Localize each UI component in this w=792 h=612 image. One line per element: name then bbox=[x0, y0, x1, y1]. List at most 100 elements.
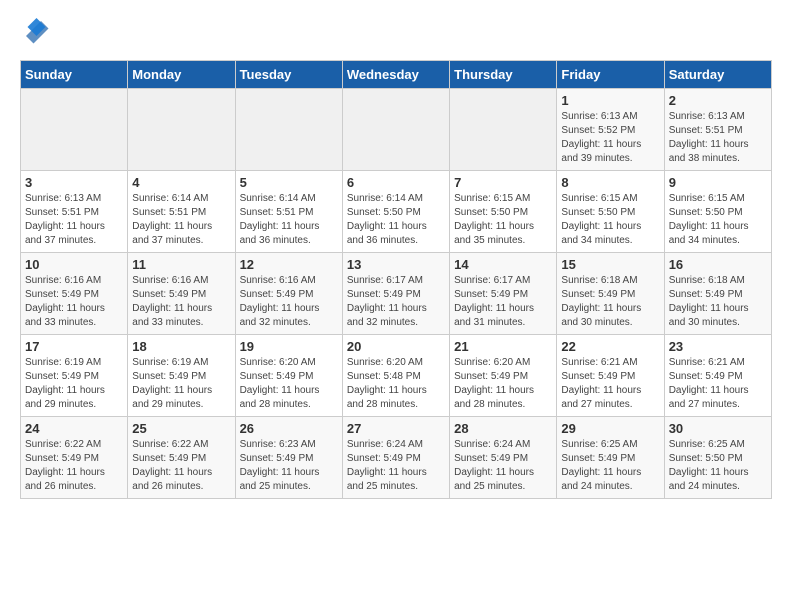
calendar-cell: 3 Sunrise: 6:13 AM Sunset: 5:51 PM Daylig… bbox=[21, 171, 128, 253]
day-number: 7 bbox=[454, 175, 552, 190]
day-number: 22 bbox=[561, 339, 659, 354]
calendar-cell: 4Sunrise: 6:14 AM Sunset: 5:51 PM Daylig… bbox=[128, 171, 235, 253]
day-number: 21 bbox=[454, 339, 552, 354]
day-info: Sunrise: 6:13 AM Sunset: 5:51 PM Dayligh… bbox=[25, 192, 123, 248]
day-info: Sunrise: 6:14 AM Sunset: 5:51 PM Dayligh… bbox=[240, 192, 338, 248]
calendar-cell bbox=[342, 89, 449, 171]
day-number: 17 bbox=[25, 339, 123, 354]
calendar-cell: 14 Sunrise: 6:17 AM Sunset: 5:49 PM Dayli… bbox=[450, 253, 557, 335]
day-info: Sunrise: 6:25 AM Sunset: 5:50 PM Dayligh… bbox=[669, 438, 767, 494]
day-number: 2 bbox=[669, 93, 767, 108]
calendar-cell: 29Sunrise: 6:25 AM Sunset: 5:49 PM Dayli… bbox=[557, 417, 664, 499]
day-info: Sunrise: 6:21 AM Sunset: 5:49 PM Dayligh… bbox=[669, 356, 767, 412]
page-container: SundayMondayTuesdayWednesdayThursdayFrid… bbox=[0, 0, 792, 514]
day-info: Sunrise: 6:23 AM Sunset: 5:49 PM Dayligh… bbox=[240, 438, 338, 494]
day-number: 13 bbox=[347, 257, 445, 272]
day-info: Sunrise: 6:19 AM Sunset: 5:49 PM Dayligh… bbox=[132, 356, 230, 412]
calendar-table: SundayMondayTuesdayWednesdayThursdayFrid… bbox=[20, 60, 772, 499]
calendar-cell: 16Sunrise: 6:18 AM Sunset: 5:49 PM Dayli… bbox=[664, 253, 771, 335]
day-info: Sunrise: 6:16 AM Sunset: 5:49 PM Dayligh… bbox=[240, 274, 338, 330]
day-number: 30 bbox=[669, 421, 767, 436]
calendar-cell: 13 Sunrise: 6:17 AM Sunset: 5:49 PM Dayli… bbox=[342, 253, 449, 335]
calendar-cell: 2 Sunrise: 6:13 AM Sunset: 5:51 PM Daylig… bbox=[664, 89, 771, 171]
calendar-cell bbox=[450, 89, 557, 171]
day-number: 1 bbox=[561, 93, 659, 108]
day-number: 26 bbox=[240, 421, 338, 436]
calendar-cell: 24 Sunrise: 6:22 AM Sunset: 5:49 PM Dayli… bbox=[21, 417, 128, 499]
calendar-cell: 6 Sunrise: 6:14 AM Sunset: 5:50 PM Daylig… bbox=[342, 171, 449, 253]
calendar-cell: 27 Sunrise: 6:24 AM Sunset: 5:49 PM Dayli… bbox=[342, 417, 449, 499]
day-info: Sunrise: 6:21 AM Sunset: 5:49 PM Dayligh… bbox=[561, 356, 659, 412]
calendar-cell: 26 Sunrise: 6:23 AM Sunset: 5:49 PM Dayli… bbox=[235, 417, 342, 499]
day-info: Sunrise: 6:22 AM Sunset: 5:49 PM Dayligh… bbox=[132, 438, 230, 494]
day-info: Sunrise: 6:20 AM Sunset: 5:48 PM Dayligh… bbox=[347, 356, 445, 412]
day-number: 3 bbox=[25, 175, 123, 190]
week-row-4: 24 Sunrise: 6:22 AM Sunset: 5:49 PM Dayli… bbox=[21, 417, 772, 499]
weekday-header-wednesday: Wednesday bbox=[342, 61, 449, 89]
day-number: 16 bbox=[669, 257, 767, 272]
calendar-cell: 25 Sunrise: 6:22 AM Sunset: 5:49 PM Dayli… bbox=[128, 417, 235, 499]
weekday-header-friday: Friday bbox=[557, 61, 664, 89]
day-number: 27 bbox=[347, 421, 445, 436]
calendar-cell: 5 Sunrise: 6:14 AM Sunset: 5:51 PM Daylig… bbox=[235, 171, 342, 253]
calendar-cell: 21Sunrise: 6:20 AM Sunset: 5:49 PM Dayli… bbox=[450, 335, 557, 417]
header bbox=[20, 15, 772, 45]
calendar-cell bbox=[235, 89, 342, 171]
calendar-cell: 19 Sunrise: 6:20 AM Sunset: 5:49 PM Dayli… bbox=[235, 335, 342, 417]
day-number: 23 bbox=[669, 339, 767, 354]
calendar-cell: 15Sunrise: 6:18 AM Sunset: 5:49 PM Dayli… bbox=[557, 253, 664, 335]
day-number: 10 bbox=[25, 257, 123, 272]
calendar-cell: 30 Sunrise: 6:25 AM Sunset: 5:50 PM Dayli… bbox=[664, 417, 771, 499]
calendar-cell: 7Sunrise: 6:15 AM Sunset: 5:50 PM Daylig… bbox=[450, 171, 557, 253]
calendar-cell: 17Sunrise: 6:19 AM Sunset: 5:49 PM Dayli… bbox=[21, 335, 128, 417]
calendar-cell: 22 Sunrise: 6:21 AM Sunset: 5:49 PM Dayli… bbox=[557, 335, 664, 417]
day-info: Sunrise: 6:22 AM Sunset: 5:49 PM Dayligh… bbox=[25, 438, 123, 494]
week-row-2: 10 Sunrise: 6:16 AM Sunset: 5:49 PM Dayli… bbox=[21, 253, 772, 335]
weekday-header-tuesday: Tuesday bbox=[235, 61, 342, 89]
day-number: 6 bbox=[347, 175, 445, 190]
day-info: Sunrise: 6:13 AM Sunset: 5:52 PM Dayligh… bbox=[561, 110, 659, 166]
calendar-cell: 11 Sunrise: 6:16 AM Sunset: 5:49 PM Dayli… bbox=[128, 253, 235, 335]
weekday-header-sunday: Sunday bbox=[21, 61, 128, 89]
calendar-cell: 23 Sunrise: 6:21 AM Sunset: 5:49 PM Dayli… bbox=[664, 335, 771, 417]
weekday-header-thursday: Thursday bbox=[450, 61, 557, 89]
calendar-cell bbox=[128, 89, 235, 171]
day-number: 4 bbox=[132, 175, 230, 190]
week-row-3: 17 Sunrise: 6:19 AM Sunset: 5:49 PM Dayli… bbox=[21, 335, 772, 417]
day-info: Sunrise: 6:17 AM Sunset: 5:49 PM Dayligh… bbox=[347, 274, 445, 330]
calendar-cell: 1 Sunrise: 6:13 AM Sunset: 5:52 PM Daylig… bbox=[557, 89, 664, 171]
day-number: 25 bbox=[132, 421, 230, 436]
day-number: 18 bbox=[132, 339, 230, 354]
day-number: 14 bbox=[454, 257, 552, 272]
day-number: 12 bbox=[240, 257, 338, 272]
day-info: Sunrise: 6:15 AM Sunset: 5:50 PM Dayligh… bbox=[669, 192, 767, 248]
logo-icon bbox=[20, 15, 50, 45]
day-info: Sunrise: 6:20 AM Sunset: 5:49 PM Dayligh… bbox=[240, 356, 338, 412]
day-info: Sunrise: 6:16 AM Sunset: 5:49 PM Dayligh… bbox=[132, 274, 230, 330]
week-row-0: 1 Sunrise: 6:13 AM Sunset: 5:52 PM Daylig… bbox=[21, 89, 772, 171]
day-info: Sunrise: 6:15 AM Sunset: 5:50 PM Dayligh… bbox=[561, 192, 659, 248]
day-number: 5 bbox=[240, 175, 338, 190]
day-number: 29 bbox=[561, 421, 659, 436]
weekday-header-row: SundayMondayTuesdayWednesdayThursdayFrid… bbox=[21, 61, 772, 89]
day-info: Sunrise: 6:14 AM Sunset: 5:50 PM Dayligh… bbox=[347, 192, 445, 248]
day-number: 9 bbox=[669, 175, 767, 190]
calendar-cell: 8 Sunrise: 6:15 AM Sunset: 5:50 PM Daylig… bbox=[557, 171, 664, 253]
calendar-cell: 20Sunrise: 6:20 AM Sunset: 5:48 PM Dayli… bbox=[342, 335, 449, 417]
day-number: 24 bbox=[25, 421, 123, 436]
day-number: 19 bbox=[240, 339, 338, 354]
calendar-cell bbox=[21, 89, 128, 171]
day-info: Sunrise: 6:24 AM Sunset: 5:49 PM Dayligh… bbox=[347, 438, 445, 494]
day-info: Sunrise: 6:17 AM Sunset: 5:49 PM Dayligh… bbox=[454, 274, 552, 330]
day-number: 28 bbox=[454, 421, 552, 436]
day-info: Sunrise: 6:24 AM Sunset: 5:49 PM Dayligh… bbox=[454, 438, 552, 494]
logo bbox=[20, 15, 55, 45]
calendar-cell: 28 Sunrise: 6:24 AM Sunset: 5:49 PM Dayli… bbox=[450, 417, 557, 499]
weekday-header-saturday: Saturday bbox=[664, 61, 771, 89]
day-info: Sunrise: 6:13 AM Sunset: 5:51 PM Dayligh… bbox=[669, 110, 767, 166]
calendar-cell: 18 Sunrise: 6:19 AM Sunset: 5:49 PM Dayli… bbox=[128, 335, 235, 417]
calendar-cell: 10Sunrise: 6:16 AM Sunset: 5:49 PM Dayli… bbox=[21, 253, 128, 335]
day-number: 8 bbox=[561, 175, 659, 190]
day-number: 11 bbox=[132, 257, 230, 272]
weekday-header-monday: Monday bbox=[128, 61, 235, 89]
